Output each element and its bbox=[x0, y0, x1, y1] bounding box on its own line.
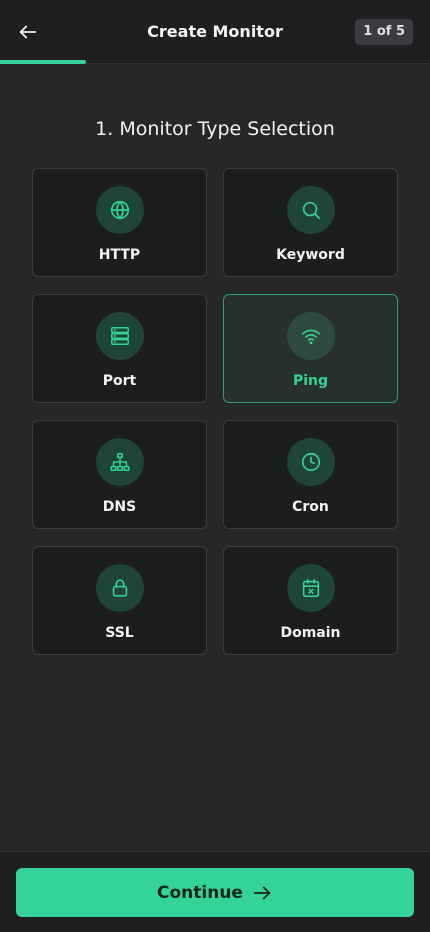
arrow-right-icon bbox=[253, 886, 271, 899]
icon-badge bbox=[286, 186, 335, 234]
monitor-type-port[interactable]: Port bbox=[32, 294, 207, 403]
progress-bar bbox=[0, 60, 86, 64]
monitor-type-domain[interactable]: Domain bbox=[223, 546, 398, 655]
monitor-type-label: Ping bbox=[292, 373, 329, 389]
step-badge: 1 of 5 bbox=[355, 19, 413, 45]
monitor-type-ssl[interactable]: SSL bbox=[32, 546, 207, 655]
monitor-type-label: Keyword bbox=[276, 247, 345, 263]
section-title: 1. Monitor Type Selection bbox=[95, 118, 335, 140]
network-icon bbox=[110, 453, 129, 471]
calendar-x-icon bbox=[302, 578, 319, 598]
monitor-type-http[interactable]: HTTP bbox=[32, 168, 207, 277]
globe-icon bbox=[110, 200, 129, 220]
monitor-type-label: Cron bbox=[292, 499, 329, 515]
icon-badge bbox=[95, 186, 144, 234]
clock-icon bbox=[301, 452, 320, 472]
monitor-type-dns[interactable]: DNS bbox=[32, 420, 207, 529]
server-icon bbox=[110, 327, 129, 345]
icon-badge bbox=[95, 564, 144, 612]
icon-badge bbox=[286, 312, 335, 360]
icon-badge bbox=[95, 438, 144, 486]
wifi-icon bbox=[301, 329, 320, 345]
monitor-type-ping[interactable]: Ping bbox=[223, 294, 398, 403]
monitor-type-keyword[interactable]: Keyword bbox=[223, 168, 398, 277]
monitor-type-label: HTTP bbox=[98, 247, 141, 263]
icon-badge bbox=[286, 564, 335, 612]
header: Create Monitor 1 of 5 bbox=[0, 0, 430, 64]
monitor-type-label: SSL bbox=[105, 625, 134, 641]
icon-badge bbox=[95, 312, 144, 360]
monitor-type-label: DNS bbox=[102, 499, 137, 515]
monitor-type-cron[interactable]: Cron bbox=[223, 420, 398, 529]
icon-badge bbox=[286, 438, 335, 486]
lock-icon bbox=[112, 579, 127, 597]
monitor-type-label: Domain bbox=[280, 625, 341, 641]
create-monitor-screen: Create Monitor 1 of 5 1. Monitor Type Se… bbox=[0, 0, 430, 932]
continue-label: Continue bbox=[157, 882, 243, 903]
monitor-type-label: Port bbox=[102, 373, 137, 389]
monitor-type-grid: HTTP Keyword Port Ping DNS Cron SSL Doma… bbox=[32, 168, 398, 655]
search-icon bbox=[302, 201, 320, 220]
continue-button[interactable]: Continue bbox=[16, 868, 414, 917]
footer: Continue bbox=[0, 851, 430, 932]
